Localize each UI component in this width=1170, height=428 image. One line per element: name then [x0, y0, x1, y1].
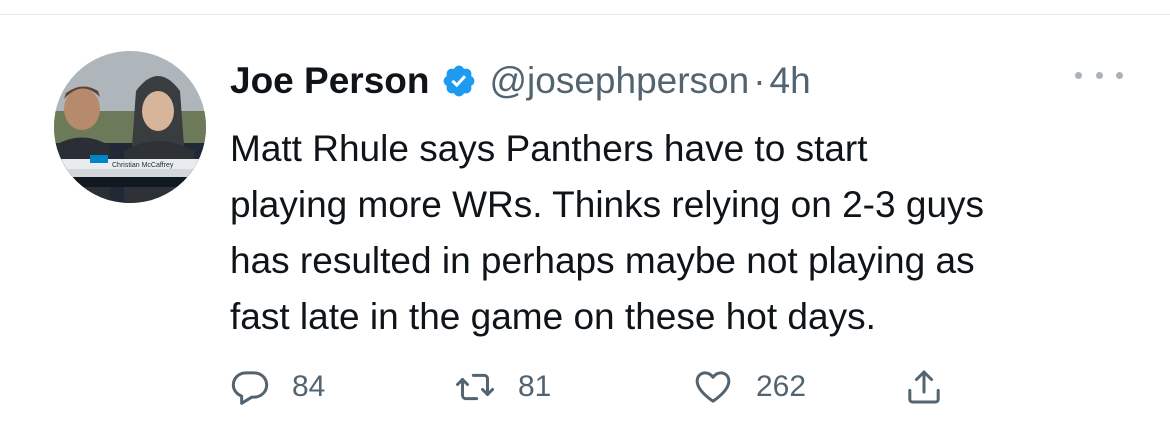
separator-dot: · — [753, 60, 766, 101]
handle[interactable]: @josephperson — [489, 60, 749, 102]
reply-count: 84 — [292, 370, 326, 403]
reply-icon — [231, 371, 269, 405]
more-dot — [1095, 71, 1103, 79]
like-button[interactable]: 262 — [692, 365, 806, 409]
tweet-text-line: has resulted in perhaps maybe not playin… — [230, 240, 975, 281]
retweet-icon — [456, 373, 494, 401]
action-bar: 84 81 262 — [230, 365, 990, 409]
retweet-button[interactable]: 81 — [454, 365, 551, 409]
timestamp[interactable]: 4h — [770, 60, 811, 102]
tweet-text-line: fast late in the game on these hot days. — [230, 296, 876, 337]
display-name[interactable]: Joe Person — [230, 60, 429, 102]
more-icon[interactable] — [1075, 63, 1123, 87]
like-count: 262 — [756, 370, 807, 403]
tweet-text-line: Matt Rhule says Panthers have to start — [230, 128, 868, 169]
more-dot — [1116, 71, 1123, 79]
verified-badge-icon — [441, 63, 477, 99]
tweet-text: Matt Rhule says Panthers have to start p… — [230, 121, 1130, 345]
heart-icon — [695, 371, 731, 403]
avatar-photo: Christian McCaffrey — [54, 51, 206, 203]
tweet-text-line: playing more WRs. Thinks relying on 2-3 … — [230, 184, 985, 225]
retweet-count: 81 — [518, 370, 552, 403]
tweet-header: Joe Person @josephperson · 4h — [230, 51, 811, 111]
share-button[interactable] — [904, 365, 944, 409]
avatar[interactable]: Christian McCaffrey — [54, 51, 206, 203]
avatar-caption: Christian McCaffrey — [112, 162, 174, 169]
more-dot — [1075, 71, 1082, 79]
reply-button[interactable]: 84 — [230, 365, 325, 409]
tweet[interactable]: Christian McCaffrey Joe Person @josephpe… — [0, 15, 1170, 428]
share-icon — [908, 370, 940, 404]
